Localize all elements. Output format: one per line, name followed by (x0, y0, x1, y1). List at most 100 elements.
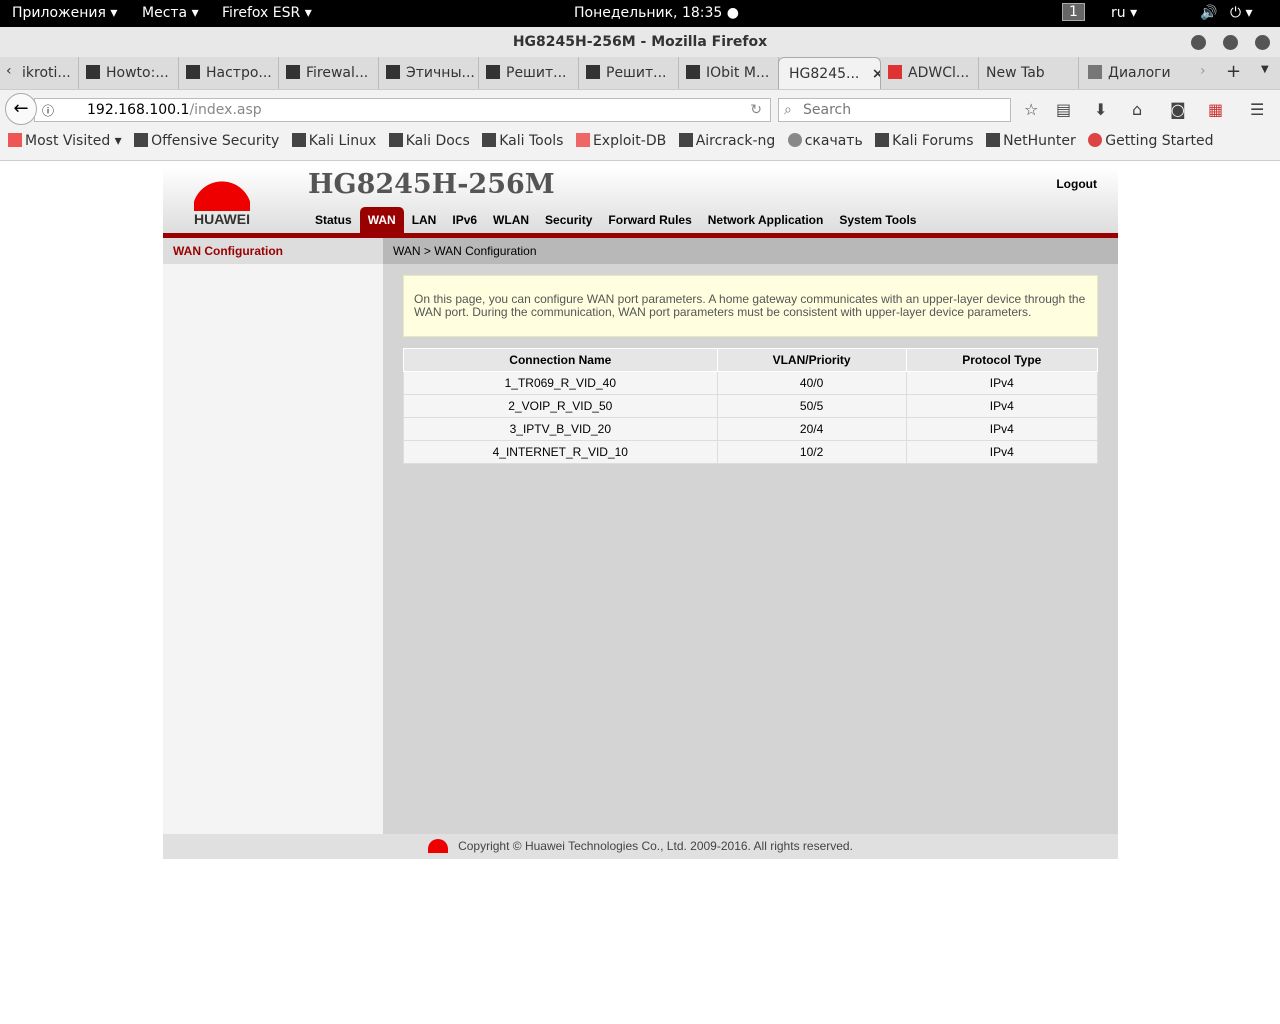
main-panel: On this page, you can configure WAN port… (383, 264, 1118, 834)
bookmark-icon (134, 133, 149, 147)
menu-forward-rules[interactable]: Forward Rules (600, 207, 699, 233)
kali-forums-icon (875, 133, 890, 147)
back-button[interactable]: ← (5, 93, 37, 125)
close-tab-icon[interactable]: × (872, 66, 880, 82)
tab-strip: ‹ ikroti... Howto:... Настро... Firewal.… (0, 57, 1280, 89)
applications-menu[interactable]: Приложения ▾ (12, 5, 117, 21)
power-icon[interactable]: ⏻ ▾ (1230, 5, 1253, 21)
table-header: Connection Name VLAN/Priority Protocol T… (403, 348, 1099, 372)
home-icon[interactable]: ⌂ (1132, 100, 1142, 119)
menu-lan[interactable]: LAN (404, 207, 445, 233)
menu-wlan[interactable]: WLAN (485, 207, 537, 233)
bookmark-item[interactable]: скачать (787, 133, 863, 149)
minimize-button[interactable] (1191, 35, 1206, 50)
bookmark-item[interactable]: Exploit-DB (575, 133, 666, 149)
kali-icon (388, 133, 403, 147)
downloads-icon[interactable]: ⬇ (1094, 100, 1107, 119)
tab[interactable]: Диалоги (1082, 57, 1192, 89)
table-row[interactable]: 2_VOIP_R_VID_50 50/5 IPv4 (403, 394, 1099, 418)
tab-label: Firewal... (306, 65, 369, 81)
bookmark-item[interactable]: Kali Tools (482, 133, 563, 149)
connection-name: 4_INTERNET_R_VID_10 (403, 440, 718, 464)
wan-table: Connection Name VLAN/Priority Protocol T… (403, 348, 1099, 464)
bookmark-label: Kali Linux (308, 133, 377, 149)
vlan-priority: 50/5 (716, 394, 907, 418)
column-header: Connection Name (403, 348, 718, 372)
clock[interactable]: Понедельник, 18:35 ● (574, 5, 739, 21)
bookmark-label: Kali Tools (499, 133, 564, 149)
language-menu[interactable]: ru ▾ (1111, 5, 1137, 21)
site-info-icon[interactable]: ⓘ (42, 102, 54, 119)
protocol-type: IPv4 (905, 440, 1099, 464)
tab-label: ADWCl... (908, 65, 970, 81)
bookmark-label: Kali Forums (892, 133, 974, 149)
volume-icon[interactable]: 🔊 (1200, 5, 1217, 21)
menu-icon[interactable]: ☰ (1250, 100, 1264, 119)
tab[interactable]: Howto:... (80, 57, 179, 89)
protocol-type: IPv4 (905, 417, 1099, 441)
breadcrumb: WAN > WAN Configuration (383, 238, 1118, 264)
menu-ipv6[interactable]: IPv6 (444, 207, 485, 233)
library-icon[interactable]: ▤ (1056, 100, 1071, 119)
tab[interactable]: IObit M... (680, 57, 779, 89)
tab[interactable]: New Tab (980, 57, 1079, 89)
huawei-small-logo-icon (428, 839, 449, 853)
menu-security[interactable]: Security (537, 207, 600, 233)
maximize-button[interactable] (1223, 35, 1238, 50)
bookmark-item[interactable]: Aircrack-ng (678, 133, 775, 149)
scroll-tabs-left-icon[interactable]: ‹ (6, 63, 12, 79)
table-row[interactable]: 3_IPTV_B_VID_20 20/4 IPv4 (403, 417, 1099, 441)
search-input[interactable]: ⌕ Search (778, 98, 1011, 122)
tab-favicon-icon (586, 65, 600, 79)
tab[interactable]: ADWCl... (882, 57, 979, 89)
bookmark-item[interactable]: Kali Linux (291, 133, 377, 149)
folder-icon (8, 133, 22, 147)
column-header: VLAN/Priority (716, 348, 907, 372)
table-row[interactable]: 4_INTERNET_R_VID_10 10/2 IPv4 (403, 440, 1099, 464)
logout-link[interactable]: Logout (1056, 177, 1097, 191)
tab[interactable]: Этичны... (380, 57, 479, 89)
footer: Copyright © Huawei Technologies Co., Ltd… (163, 834, 1118, 859)
sidebar (163, 264, 383, 834)
bookmark-item[interactable]: NetHunter (986, 133, 1076, 149)
tab-favicon-icon (386, 65, 400, 79)
list-tabs-icon[interactable]: ▼ (1261, 64, 1269, 75)
navigation-bar: 192.168.100.1/index.asp ↻ ⓘ ← ⌕ Search ☆ … (0, 89, 1280, 127)
new-tab-icon[interactable]: + (1226, 61, 1241, 82)
tab-favicon-icon (186, 65, 200, 79)
bookmark-item[interactable]: Most Visited ▾ (8, 133, 122, 149)
tab-favicon-icon (1088, 65, 1102, 79)
menu-network-application[interactable]: Network Application (700, 207, 832, 233)
bookmark-star-icon[interactable]: ☆ (1024, 100, 1038, 119)
table-row[interactable]: 1_TR069_R_VID_40 40/0 IPv4 (403, 371, 1099, 395)
router-ui: HUAWEI HG8245H-256M Logout Status WAN LA… (163, 167, 1118, 859)
tab-label: Этичны... (406, 65, 475, 81)
tab[interactable]: ikroti... (16, 57, 79, 89)
bookmark-item[interactable]: Getting Started (1088, 133, 1213, 149)
extension-icon[interactable]: ▦ (1208, 100, 1223, 119)
close-button[interactable] (1255, 35, 1270, 50)
menu-status[interactable]: Status (307, 207, 360, 233)
menu-system-tools[interactable]: System Tools (831, 207, 924, 233)
scroll-tabs-right-icon[interactable]: › (1200, 63, 1206, 79)
huawei-logo: HUAWEI (191, 171, 253, 227)
tab[interactable]: Решит... (580, 57, 679, 89)
tab-active[interactable]: HG8245... × (778, 57, 881, 89)
sub-header: WAN Configuration WAN > WAN Configuratio… (163, 238, 1118, 264)
tab[interactable]: Решит... (480, 57, 579, 89)
pocket-icon[interactable]: ◙ (1170, 100, 1186, 119)
tab[interactable]: Firewal... (280, 57, 379, 89)
sidebar-item-wan-configuration[interactable]: WAN Configuration (163, 238, 383, 264)
bookmark-item[interactable]: Kali Forums (875, 133, 974, 149)
reload-icon[interactable]: ↻ (750, 99, 762, 121)
firefox-icon (1088, 133, 1103, 147)
bookmark-item[interactable]: Offensive Security (134, 133, 279, 149)
firefox-menu[interactable]: Firefox ESR ▾ (222, 5, 312, 21)
router-body: On this page, you can configure WAN port… (163, 264, 1118, 834)
url-bar[interactable]: 192.168.100.1/index.asp ↻ (34, 98, 771, 122)
places-menu[interactable]: Места ▾ (142, 5, 199, 21)
bookmark-item[interactable]: Kali Docs (388, 133, 470, 149)
tab[interactable]: Настро... (180, 57, 279, 89)
workspace-indicator[interactable]: 1 (1062, 3, 1085, 21)
menu-wan[interactable]: WAN (359, 207, 404, 233)
